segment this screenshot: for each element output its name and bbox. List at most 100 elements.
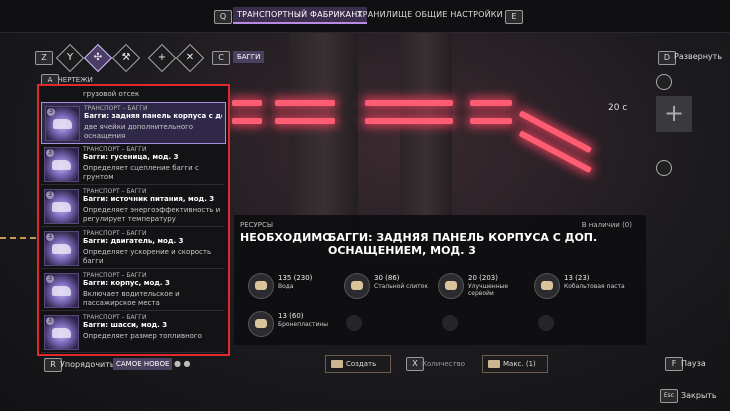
scene-light-beam — [470, 118, 512, 124]
next-tab-key[interactable]: E — [505, 10, 523, 24]
close-key[interactable]: Esc — [660, 389, 678, 403]
max-button[interactable]: Макс. (1) — [482, 355, 548, 373]
list-item[interactable]: 3 ТРАНСПОРТ – БАГГИ Багги: корпус, мод. … — [41, 270, 224, 311]
steel-ingot-icon — [344, 273, 370, 299]
item-name: Багги: гусеница, мод. 3 — [83, 153, 179, 161]
item-category: ТРАНСПОРТ – БАГГИ — [84, 105, 148, 112]
item-category: ТРАНСПОРТ – БАГГИ — [83, 188, 147, 195]
add-slot-button[interactable]: + — [656, 96, 692, 132]
resource-quantity: 30 (86) — [374, 274, 400, 282]
scene-light-beam — [365, 100, 453, 106]
scene-light-beam — [232, 100, 262, 106]
scene-light-beam — [470, 100, 512, 106]
pause-label[interactable]: Пауза — [681, 359, 706, 368]
item-category: ТРАНСПОРТ – БАГГИ — [83, 272, 147, 279]
close-label[interactable]: Закрыть — [681, 391, 717, 400]
item-category: ТРАНСПОРТ – БАГГИ — [83, 146, 147, 153]
resource-name: Стальной слиток — [374, 283, 428, 290]
max-label: Макс. (1) — [503, 360, 536, 368]
sort-dots: ● ● — [174, 359, 191, 368]
clipboard-icon[interactable] — [656, 160, 672, 176]
item-name: Багги: задняя панель корпуса с доп. о — [84, 112, 222, 120]
required-label: НЕОБХОДИМО — [240, 231, 332, 244]
resource-quantity: 13 (23) — [564, 274, 590, 282]
empty-resource-slot — [538, 315, 554, 331]
item-count: 3 — [46, 275, 54, 283]
list-item[interactable]: 3 ТРАНСПОРТ – БАГГИ Багги: задняя панель… — [41, 102, 226, 144]
item-name: Багги: шасси, мод. 3 — [83, 321, 168, 329]
item-count: 3 — [46, 317, 54, 325]
tab-storage[interactable]: ХРАНИЛИЩЕ — [357, 10, 412, 19]
timer-icon[interactable] — [656, 74, 672, 90]
list-item[interactable]: 3 ТРАНСПОРТ – БАГГИ Багги: двигатель, мо… — [41, 228, 224, 269]
item-count: 3 — [46, 149, 54, 157]
item-description: Определяет сцепление багги с грунтом — [83, 164, 199, 181]
resource-name: Улучшенные сервойи — [468, 283, 509, 297]
left-dashes — [0, 237, 36, 242]
resource-quantity: 135 (230) — [278, 274, 313, 282]
water-icon — [248, 273, 274, 299]
cobalt-paste-icon — [534, 273, 560, 299]
resource-name: Вода — [278, 283, 294, 290]
item-thumbnail: 3 — [44, 273, 79, 308]
item-count: 3 — [47, 108, 55, 116]
scene-light-beam — [232, 118, 262, 124]
list-top-cut-text: грузовой отсек — [83, 90, 140, 98]
expand-label[interactable]: Развернуть — [674, 52, 722, 61]
item-thumbnail: 3 — [44, 231, 79, 266]
craft-time: 20 с — [608, 103, 628, 113]
item-thumbnail: 3 — [44, 189, 79, 224]
scene-pillar — [400, 32, 452, 232]
item-count: 3 — [46, 191, 54, 199]
item-name: Багги: источник питания, мод. 3 — [83, 195, 215, 203]
item-description: Определяет размер топливного — [83, 332, 202, 340]
item-category: ТРАНСПОРТ – БАГГИ — [83, 314, 147, 321]
list-item[interactable]: 3 ТРАНСПОРТ – БАГГИ Багги: шасси, мод. 3… — [41, 312, 224, 353]
item-count: 3 — [46, 233, 54, 241]
item-thumbnail: 3 — [45, 106, 80, 141]
armor-plate-icon — [248, 311, 274, 337]
resource-name: Кобальтовая паста — [564, 283, 625, 290]
blueprint-list: грузовой отсек 3 ТРАНСПОРТ – БАГГИ Багги… — [37, 84, 230, 356]
list-item[interactable]: 3 ТРАНСПОРТ – БАГГИ Багги: гусеница, мод… — [41, 144, 224, 185]
sort-label[interactable]: Упорядочить — [60, 360, 115, 369]
item-thumbnail: 3 — [44, 147, 79, 182]
keyboard-key-icon — [488, 360, 500, 368]
scene-light-beam — [365, 118, 453, 124]
tab-vehicle-fabricator[interactable]: ТРАНСПОРТНЫЙ ФАБРИКАНТ — [233, 7, 367, 24]
item-title: БАГГИ: ЗАДНЯЯ ПАНЕЛЬ КОРПУСА С ДОП. ОСНА… — [328, 231, 598, 257]
item-thumbnail: 3 — [44, 315, 79, 350]
item-name: Багги: корпус, мод. 3 — [83, 279, 170, 287]
resource-quantity: 13 (60) — [278, 312, 304, 320]
item-description: Определяет ускорение и скорость багги — [83, 248, 212, 265]
item-category: ТРАНСПОРТ – БАГГИ — [83, 230, 147, 237]
servo-icon — [438, 273, 464, 299]
item-description: две ячейки дополнительного оснащения — [84, 123, 194, 140]
prev-category-key[interactable]: Z — [35, 51, 53, 65]
item-name: Багги: двигатель, мод. 3 — [83, 237, 184, 245]
create-button[interactable]: Создать — [325, 355, 391, 373]
top-bar: Q ТРАНСПОРТНЫЙ ФАБРИКАНТ ХРАНИЛИЩЕ ОБЩИЕ… — [0, 0, 730, 33]
empty-resource-slot — [346, 315, 362, 331]
prev-tab-key[interactable]: Q — [214, 10, 232, 24]
resource-quantity: 20 (203) — [468, 274, 498, 282]
resources-section-label: РЕСУРСЫ — [240, 221, 274, 229]
item-description: Включает водительское и пассажирское мес… — [83, 290, 180, 307]
item-description: Определяет энергоэффективность и регулир… — [83, 206, 221, 223]
next-category-key[interactable]: C — [212, 51, 230, 65]
keyboard-key-icon — [331, 360, 343, 368]
resources-panel: РЕСУРСЫ В наличии (0) НЕОБХОДИМО БАГГИ: … — [234, 215, 646, 345]
create-label: Создать — [346, 360, 377, 368]
resource-name: Бронепластины — [278, 321, 328, 328]
tab-general-settings[interactable]: ОБЩИЕ НАСТРОЙКИ — [415, 10, 503, 19]
quantity-label[interactable]: Количество — [422, 360, 465, 368]
sort-value[interactable]: САМОЕ НОВОЕ — [113, 358, 173, 370]
scene-pillar — [290, 32, 358, 232]
scene-light-beam — [275, 118, 335, 124]
active-category-label: БАГГИ — [233, 51, 265, 63]
in-stock-count: В наличии (0) — [581, 221, 632, 229]
list-item[interactable]: 3 ТРАНСПОРТ – БАГГИ Багги: источник пита… — [41, 186, 224, 227]
scene-light-beam — [275, 100, 335, 106]
blueprints-title: ЧЕРТЕЖИ — [58, 76, 93, 84]
empty-resource-slot — [442, 315, 458, 331]
